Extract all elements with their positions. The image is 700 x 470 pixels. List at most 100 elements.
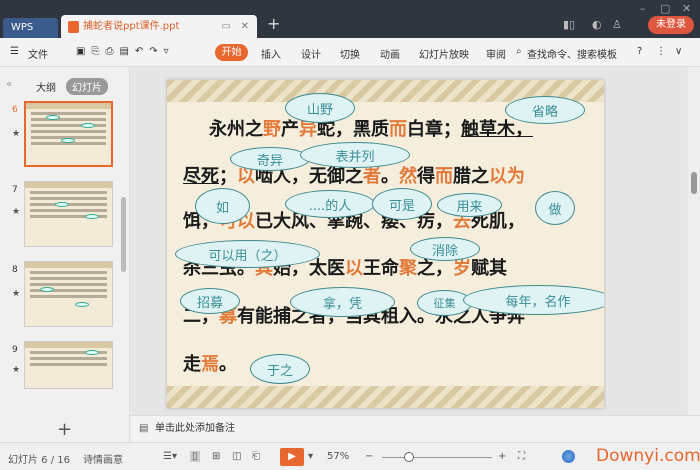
ppt-file-icon [68,21,79,33]
theme-name[interactable]: 诗情画意 [83,451,123,466]
callout: 山野 [285,93,355,123]
zoom-out-button[interactable]: − [365,451,373,462]
tab-design[interactable]: 设计 [301,46,321,61]
text-segment: 。 [381,166,399,187]
document-tab[interactable]: 捕蛇者说ppt课件.ppt ▭ ✕ [61,15,257,38]
text-segment: 尽死 [183,166,219,187]
close-tab-icon[interactable]: ✕ [241,15,249,38]
layout-icon[interactable]: ▮▯ [563,18,575,31]
ribbon-toolbar: ☰ 文件 ▣⎘⎙▤↶↷▿ 开始 插入 设计 切换 动画 幻灯片放映 审阅 ⌕ 查… [0,38,700,67]
text-segment: 产 [281,119,299,140]
text-segment: 王命 [363,258,399,279]
slide-thumbnail-9[interactable] [24,341,113,389]
highlighted-word: 聚 [399,258,417,279]
callout: 可是 [372,188,432,220]
panel-scrollbar[interactable] [121,197,126,272]
search-command[interactable]: 查找命令、搜索模板 [527,46,617,61]
callout: 拿，凭 [290,287,395,317]
tab-review[interactable]: 审阅 [486,46,506,61]
text-segment: 。 [219,354,237,375]
notes-area[interactable]: ▤ 单击此处添加备注 [131,415,700,442]
maximize-button[interactable]: ▢ [660,2,670,15]
slide-text-line: 永州之野产异蛇，黑质而白章；触草木， [209,115,533,141]
play-slideshow-button[interactable]: ▶ [280,448,304,466]
slide-thumbnail-6[interactable] [24,101,113,167]
login-button[interactable]: 未登录 [648,16,694,34]
slide-thumbnail-8[interactable] [24,261,113,327]
close-window-button[interactable]: ✕ [682,2,691,15]
status-bar: 幻灯片 6 / 16 诗情画意 ☰▾ ▯ ⊞ ◫ ⎗ ▶ ▾ 57% − + ⛶… [0,442,700,470]
notes-icon: ▤ [139,423,149,434]
zoom-level[interactable]: 57% [327,451,349,462]
fit-window-icon[interactable]: ⛶ [518,451,525,462]
slide-number: 6 [12,105,18,115]
help-button[interactable]: ? [637,46,642,57]
minimize-button[interactable]: – [640,2,646,15]
highlighted-word: 以 [345,258,363,279]
search-icon[interactable]: ⌕ [516,46,522,57]
animation-star-icon: ★ [12,207,21,217]
quick-access-icons[interactable]: ▣⎘⎙▤↶↷▿ [76,46,175,57]
zoom-in-button[interactable]: + [498,451,506,462]
wps-home-tab[interactable]: WPS [3,18,58,38]
animation-star-icon: ★ [12,289,21,299]
tab-insert[interactable]: 插入 [261,46,281,61]
file-menu[interactable]: 文件 [28,46,48,61]
callout: 于之 [250,354,310,384]
text-segment: 腊之 [453,166,489,187]
vertical-scrollbar[interactable] [688,67,700,415]
animation-star-icon: ★ [12,129,21,139]
slide-number: 7 [12,185,18,195]
more-icon[interactable]: ⋮ [656,46,666,57]
text-segment: 触草木， [461,119,533,140]
animation-star-icon: ★ [12,365,21,375]
menu-icon[interactable]: ☰ [10,46,19,57]
slide-thumbnail-7[interactable] [24,181,113,247]
collapse-ribbon-icon[interactable]: ∨ [675,46,682,57]
scroll-thumb[interactable] [691,172,697,194]
highlighted-word: 岁 [453,258,471,279]
notes-placeholder: 单击此处添加备注 [155,423,235,434]
slide[interactable]: 永州之野产异蛇，黑质而白章；触草木， 尽死；以啮人，无御之者。然得而腊之以为 饵，可… [167,80,604,408]
assistant-orb-icon[interactable] [562,450,575,463]
callout: 用来 [437,193,502,217]
monitor-icon[interactable]: ▭ [222,15,231,38]
normal-view-icon[interactable]: ▯ [190,451,200,462]
text-segment: ； [219,166,237,187]
text-segment: 永州之 [209,119,263,140]
collapse-panel-icon[interactable]: « [6,79,12,90]
title-bar: WPS 捕蛇者说ppt课件.ppt ▭ ✕ + ▮▯ ◐ ♙ – ▢ ✕ 未登录 [0,0,700,38]
highlighted-word: 然 [399,166,417,187]
tab-slideshow[interactable]: 幻灯片放映 [419,46,469,61]
add-slide-button[interactable]: + [57,419,72,440]
text-segment: 白章； [407,119,461,140]
zoom-slider[interactable] [382,457,492,458]
callout: 招募 [180,288,240,314]
text-segment: 得 [417,166,435,187]
zoom-slider-knob[interactable] [404,452,414,462]
slide-sorter-icon[interactable]: ⊞ [212,451,220,462]
document-tab-label: 捕蛇者说ppt课件.ppt [83,21,180,32]
tab-home[interactable]: 开始 [215,44,248,61]
callout: 做 [535,191,575,225]
highlighted-word: 野 [263,119,281,140]
new-tab-button[interactable]: + [267,14,280,33]
slide-number: 9 [12,345,18,355]
notes-toggle-icon[interactable]: ☰▾ [163,451,177,462]
reading-view-icon[interactable]: ◫ [232,451,241,462]
tab-slides[interactable]: 幻灯片 [66,78,108,95]
shirt-icon[interactable]: ♙ [612,18,622,31]
text-segment: 之， [417,258,453,279]
highlighted-word: 焉 [201,354,219,375]
presenter-icon[interactable]: ⎗ [252,451,260,462]
skin-icon[interactable]: ◐ [592,18,602,31]
text-segment: 走 [183,354,201,375]
tab-outline[interactable]: 大纲 [36,79,56,94]
play-dropdown-icon[interactable]: ▾ [308,451,313,462]
slide-panel: « 大纲 幻灯片 6 ★ 7 ★ 8 ★ 9 ★ + [0,67,130,442]
highlighted-word: 而 [435,166,453,187]
tab-transition[interactable]: 切换 [340,46,360,61]
tab-animation[interactable]: 动画 [380,46,400,61]
slide-counter: 幻灯片 6 / 16 [8,455,70,466]
callout: 表并列 [300,142,410,168]
